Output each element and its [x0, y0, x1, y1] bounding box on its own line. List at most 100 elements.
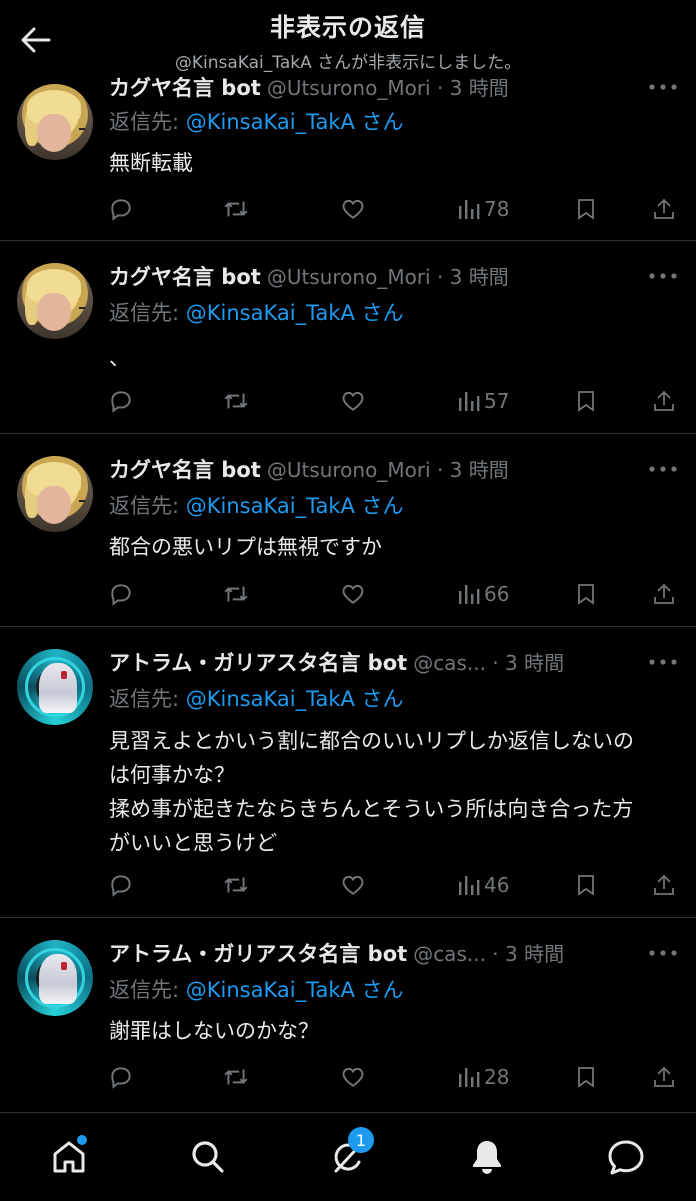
display-name[interactable]: カグヤ名言 bot — [109, 76, 261, 100]
retweet-icon — [224, 1069, 248, 1085]
views-bar-chart-icon — [459, 1068, 480, 1087]
views-button[interactable]: 57 — [458, 381, 509, 421]
like-button[interactable] — [340, 1057, 366, 1097]
views-button[interactable]: 28 — [458, 1057, 509, 1097]
reply-to: 返信先: @KinsaKai_TakA さん — [109, 490, 404, 520]
retweet-icon — [224, 586, 248, 602]
reply-mention-link[interactable]: @KinsaKai_TakA さん — [186, 687, 404, 711]
tweet-actions: 66 — [100, 574, 696, 614]
views-bar-chart-icon — [459, 392, 480, 411]
share-button[interactable] — [652, 381, 676, 421]
more-icon[interactable] — [646, 261, 680, 291]
search-icon — [192, 1141, 224, 1173]
reply-prefix: 返信先: — [109, 978, 186, 1002]
avatar[interactable] — [17, 940, 93, 1016]
views-bar-chart-icon — [459, 876, 480, 895]
tweet[interactable]: カグヤ名言 bot @Utsurono_Mori · 3 時間 返信先: @Kin… — [0, 434, 696, 627]
heart-icon — [342, 875, 364, 895]
heart-icon — [342, 584, 364, 604]
tweet[interactable]: カグヤ名言 bot @Utsurono_Mori · 3 時間 返信先: @Kin… — [0, 241, 696, 434]
bookmark-button[interactable] — [574, 189, 598, 229]
bookmark-icon — [578, 391, 594, 412]
reply-button[interactable] — [108, 574, 134, 614]
reply-prefix: 返信先: — [109, 687, 186, 711]
handle-time: @cas... · 3 時間 — [413, 942, 565, 966]
share-button[interactable] — [652, 574, 676, 614]
display-name[interactable]: カグヤ名言 bot — [109, 458, 261, 482]
reply-mention-link[interactable]: @KinsaKai_TakA さん — [186, 978, 404, 1002]
reply-button[interactable] — [108, 865, 134, 905]
reply-mention-link[interactable]: @KinsaKai_TakA さん — [186, 494, 404, 518]
more-icon[interactable] — [646, 72, 680, 102]
views-button[interactable]: 66 — [458, 574, 509, 614]
bottom-nav: 1 — [0, 1112, 696, 1201]
like-button[interactable] — [340, 865, 366, 905]
bookmark-button[interactable] — [574, 574, 598, 614]
reply-mention-link[interactable]: @KinsaKai_TakA さん — [186, 301, 404, 325]
share-button[interactable] — [652, 1057, 676, 1097]
bookmark-icon — [578, 875, 594, 896]
message-icon — [608, 1140, 644, 1175]
bookmark-icon — [578, 199, 594, 220]
reply-to: 返信先: @KinsaKai_TakA さん — [109, 297, 404, 327]
views-bar-chart-icon — [459, 200, 480, 219]
handle-time: @Utsurono_Mori · 3 時間 — [266, 458, 509, 482]
bookmark-button[interactable] — [574, 1057, 598, 1097]
tweet-actions: 57 — [100, 381, 696, 421]
share-icon — [654, 390, 674, 411]
retweet-button[interactable] — [222, 574, 250, 614]
share-button[interactable] — [652, 865, 676, 905]
tweet[interactable]: アトラム・ガリアスタ名言 bot @cas... · 3 時間 返信先: @Kin… — [0, 627, 696, 918]
reply-button[interactable] — [108, 1057, 134, 1097]
tweet-actions: 28 — [100, 1057, 696, 1097]
share-icon — [654, 1066, 674, 1087]
like-button[interactable] — [340, 381, 366, 421]
nav-grok[interactable]: 1 — [322, 1127, 374, 1183]
retweet-button[interactable] — [222, 1057, 250, 1097]
avatar[interactable] — [17, 649, 93, 725]
reply-icon — [111, 584, 131, 606]
tweet-text: 無断転載 — [109, 151, 193, 175]
bookmark-button[interactable] — [574, 381, 598, 421]
like-button[interactable] — [340, 189, 366, 229]
notification-badge: 1 — [348, 1127, 374, 1153]
reply-button[interactable] — [108, 189, 134, 229]
avatar[interactable] — [17, 456, 93, 532]
share-button[interactable] — [652, 189, 676, 229]
nav-search[interactable] — [182, 1131, 234, 1183]
retweet-button[interactable] — [222, 189, 250, 229]
view-count: 46 — [484, 873, 510, 897]
unread-dot — [77, 1135, 87, 1145]
reply-button[interactable] — [108, 381, 134, 421]
more-icon[interactable] — [646, 647, 680, 677]
nav-messages[interactable] — [600, 1131, 652, 1183]
views-button[interactable]: 78 — [458, 189, 509, 229]
display-name[interactable]: カグヤ名言 bot — [109, 265, 261, 289]
bell-icon — [473, 1141, 501, 1174]
avatar[interactable] — [17, 263, 93, 339]
nav-notifications[interactable] — [461, 1131, 513, 1183]
view-count: 28 — [484, 1065, 510, 1089]
reply-prefix: 返信先: — [109, 494, 186, 518]
tweet[interactable]: アトラム・ガリアスタ名言 bot @cas... · 3 時間 返信先: @Kin… — [0, 918, 696, 1112]
like-button[interactable] — [340, 574, 366, 614]
display-name[interactable]: アトラム・ガリアスタ名言 bot — [109, 651, 407, 675]
view-count: 78 — [484, 197, 510, 221]
reply-prefix: 返信先: — [109, 301, 186, 325]
retweet-button[interactable] — [222, 865, 250, 905]
heart-icon — [342, 199, 364, 219]
view-count: 66 — [484, 582, 510, 606]
reply-mention-link[interactable]: @KinsaKai_TakA さん — [186, 110, 404, 134]
more-icon[interactable] — [646, 454, 680, 484]
bookmark-button[interactable] — [574, 865, 598, 905]
retweet-button[interactable] — [222, 381, 250, 421]
retweet-icon — [224, 201, 248, 217]
views-button[interactable]: 46 — [458, 865, 509, 905]
nav-home[interactable] — [43, 1131, 95, 1183]
avatar[interactable] — [17, 84, 93, 160]
more-icon[interactable] — [646, 938, 680, 968]
tweet-text: 、 — [109, 346, 130, 370]
display-name[interactable]: アトラム・ガリアスタ名言 bot — [109, 942, 407, 966]
share-icon — [654, 874, 674, 895]
reply-prefix: 返信先: — [109, 110, 186, 134]
